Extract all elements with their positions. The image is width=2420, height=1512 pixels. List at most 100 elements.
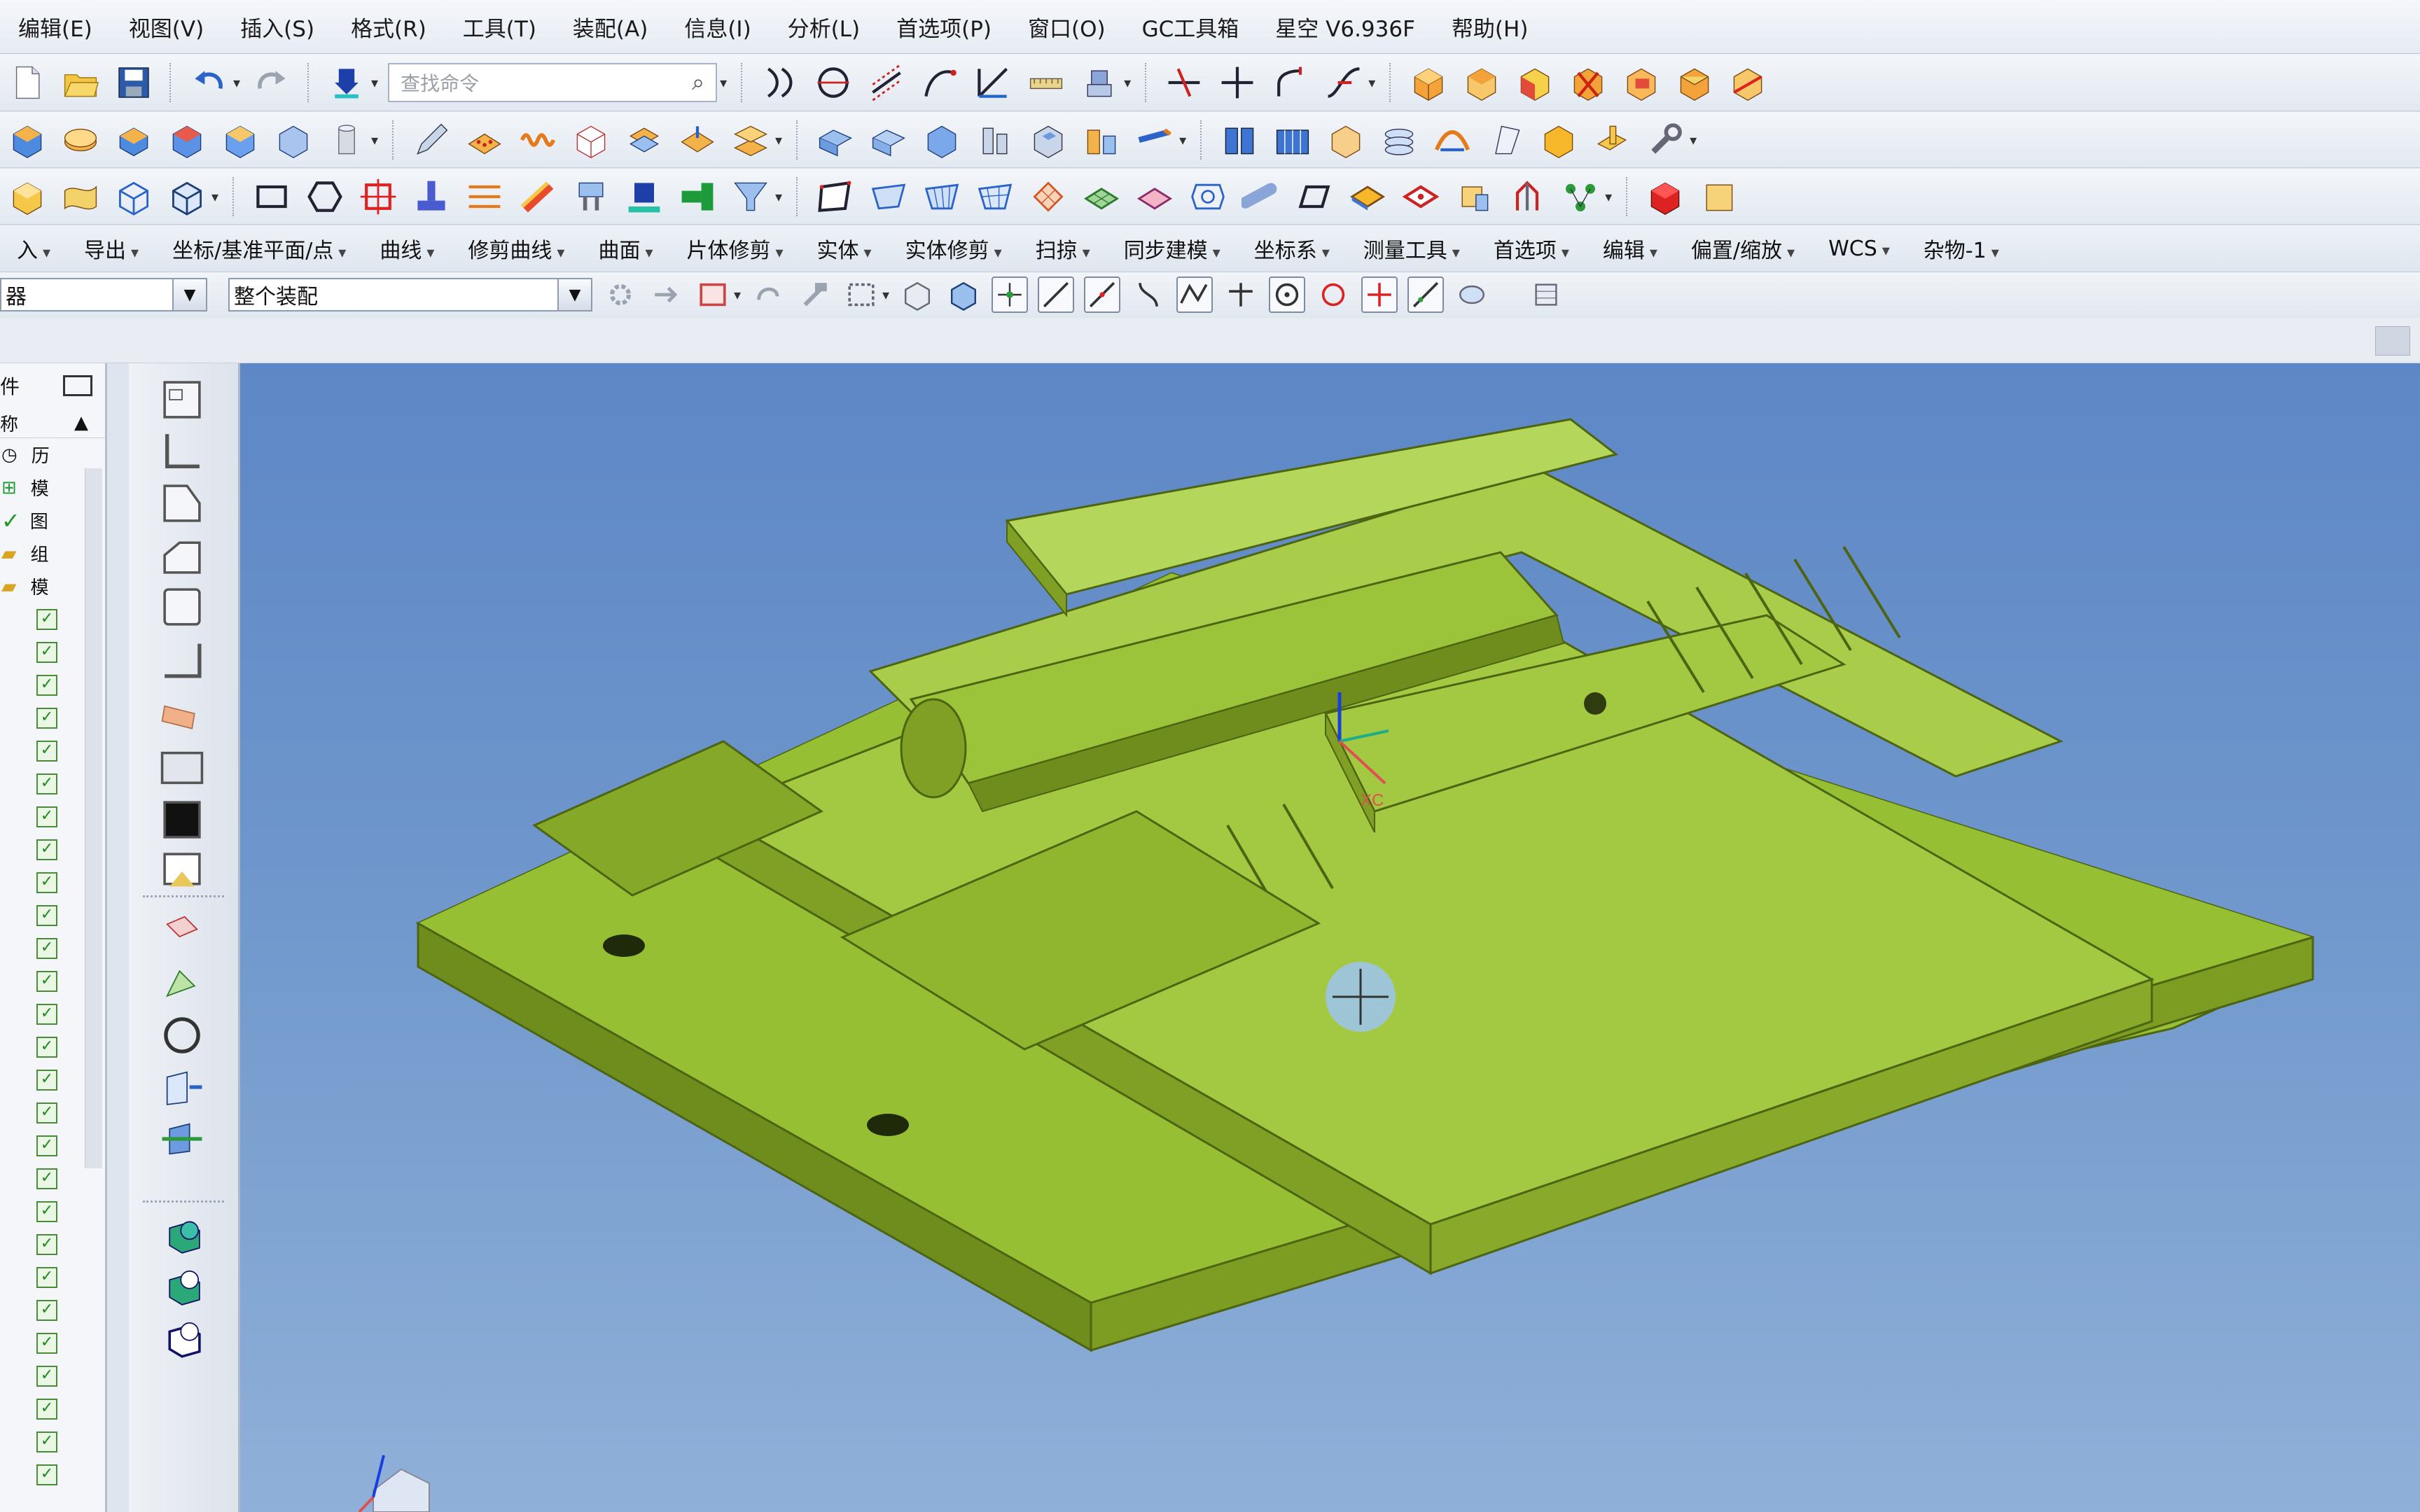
cube-red-icon[interactable] [165,118,209,162]
undo-dropdown-icon[interactable]: ▾ [233,74,240,91]
cube-outline-icon[interactable] [272,118,315,162]
slab-feature-icon[interactable] [112,118,155,162]
new-file-icon[interactable] [6,61,49,104]
snap-intersection-icon[interactable] [1223,276,1259,313]
feature-row[interactable]: ✓ [0,1458,105,1491]
feature-visibility-checkbox[interactable]: ✓ [36,1464,57,1485]
cube-shell-icon[interactable] [218,118,262,162]
feature-visibility-checkbox[interactable]: ✓ [36,707,57,729]
trim-body-icon[interactable] [1726,61,1769,104]
category-datum[interactable]: 坐标/基准平面/点 [155,233,363,264]
assembly-navigator-icon[interactable] [153,377,211,422]
category-solid-trim[interactable]: 实体修剪 [889,233,1019,264]
datum-plane-icon[interactable] [410,175,453,218]
snap-on-curve-icon[interactable] [1407,276,1445,313]
subtract-body-icon[interactable] [1620,61,1663,104]
orange-mesh-icon[interactable] [1027,175,1070,218]
feature-visibility-checkbox[interactable]: ✓ [36,970,57,992]
arrow-right-icon[interactable] [648,276,685,313]
snap-quadrant-icon[interactable] [1315,276,1351,313]
feature-visibility-checkbox[interactable]: ✓ [36,1036,57,1058]
funnel-icon[interactable] [729,175,772,218]
point-set-icon[interactable] [356,175,400,218]
feature-visibility-checkbox[interactable]: ✓ [36,740,57,762]
hd3d-tools-icon[interactable] [153,584,211,629]
menu-assembly[interactable]: 装配(A) [555,11,666,43]
mold-tool-icon[interactable] [569,175,613,218]
feature-visibility-checkbox[interactable]: ✓ [36,1135,57,1156]
region-dropdown-icon[interactable]: ▾ [734,286,741,303]
cube-frame-icon[interactable] [569,118,613,162]
system-materials-icon[interactable] [153,746,211,790]
category-import[interactable]: 入 [0,233,67,264]
rotate-arrow-icon[interactable] [751,276,787,313]
blue-block-icon[interactable] [623,175,666,218]
gold-diamond-icon[interactable] [1346,175,1389,218]
add-component-icon[interactable] [153,1213,211,1258]
cube-select-icon[interactable] [945,276,982,313]
menu-help[interactable]: 帮助(H) [1433,11,1547,43]
navigator-scrollbar[interactable] [85,468,102,1168]
frame-surface-icon[interactable] [814,175,857,218]
feature-visibility-checkbox[interactable]: ✓ [36,806,57,827]
extrude-icon[interactable] [814,118,857,162]
feature-visibility-checkbox[interactable]: ✓ [36,1200,57,1222]
category-sync-modeling[interactable]: 同步建模 [1107,233,1237,264]
assembly-part-icon[interactable] [1078,61,1121,104]
layer-settings-icon[interactable] [1528,276,1564,313]
feature-visibility-checkbox[interactable]: ✓ [36,674,57,696]
feature-visibility-checkbox[interactable]: ✓ [36,839,57,860]
replace-component-icon[interactable] [153,1265,211,1310]
green-pin-icon[interactable] [676,175,719,218]
start-application-icon[interactable] [325,61,368,104]
remove-component-icon[interactable] [153,1317,211,1362]
reuse-library-icon[interactable] [153,533,211,578]
menu-analysis[interactable]: 分析(L) [770,11,878,43]
divide-curve-icon[interactable] [1216,61,1259,104]
search-dropdown-icon[interactable]: ▾ [720,74,727,91]
chevron-down-icon[interactable]: ▼ [172,279,206,310]
transform-icon[interactable] [153,1065,211,1110]
feature-visibility-checkbox[interactable]: ✓ [36,904,57,926]
pink-sheet-icon[interactable] [1133,175,1176,218]
circle-tool-icon[interactable] [153,1013,211,1058]
pencil-sketch-icon[interactable] [410,118,453,162]
undo-icon[interactable] [187,61,230,104]
feature-highlight-icon[interactable] [1513,61,1557,104]
snap-control-point-icon[interactable] [1176,276,1214,313]
mold-dropdown-icon[interactable]: ▾ [1690,132,1697,148]
assembly-dropdown-icon[interactable]: ▾ [1124,74,1131,91]
color-bar-icon[interactable] [516,175,559,218]
surface-dropdown-icon[interactable]: ▾ [211,188,218,205]
pocket-icon[interactable] [1027,118,1070,162]
category-wcs[interactable]: WCS [1811,237,1907,261]
feature-visibility-checkbox[interactable]: ✓ [36,1299,57,1321]
snap-midpoint-icon[interactable] [1084,276,1121,313]
web-browser-icon[interactable] [153,636,211,681]
box-select-icon[interactable] [843,276,879,313]
feature-visibility-checkbox[interactable]: ✓ [36,1168,57,1189]
type-filter-select[interactable]: 器 ▼ [0,278,207,312]
hammer-icon[interactable] [797,276,833,313]
gold-plate-icon[interactable] [1590,118,1634,162]
feature-row[interactable]: ✓ [0,1326,105,1359]
feature-visibility-checkbox[interactable]: ✓ [36,1233,57,1255]
selection-scope-select[interactable]: 整个装配 ▼ [228,278,592,312]
pattern-grid-icon[interactable] [463,118,506,162]
wire-cube-icon[interactable] [112,175,155,218]
fork-icon[interactable] [1505,175,1549,218]
mold-base-model[interactable]: XC [240,363,2420,1512]
feature-row[interactable]: ✓ [0,1359,105,1392]
wire-cube-blue-icon[interactable] [165,175,209,218]
offset-curve-icon[interactable] [865,61,908,104]
trim-curve-icon[interactable] [1162,61,1206,104]
feature-row[interactable]: ✓ [0,1195,105,1228]
feature-dropdown-icon[interactable]: ▾ [371,132,378,148]
snap-curve-icon[interactable] [1130,276,1167,313]
feature-row[interactable]: ✓ [0,1261,105,1294]
feature-row[interactable]: ✓ [0,1425,105,1458]
feature-visibility-checkbox[interactable]: ✓ [36,1431,57,1452]
part-navigator-icon[interactable] [153,429,211,474]
box-feature-icon[interactable] [1460,61,1503,104]
snap-existing-point-icon[interactable] [1361,276,1398,313]
